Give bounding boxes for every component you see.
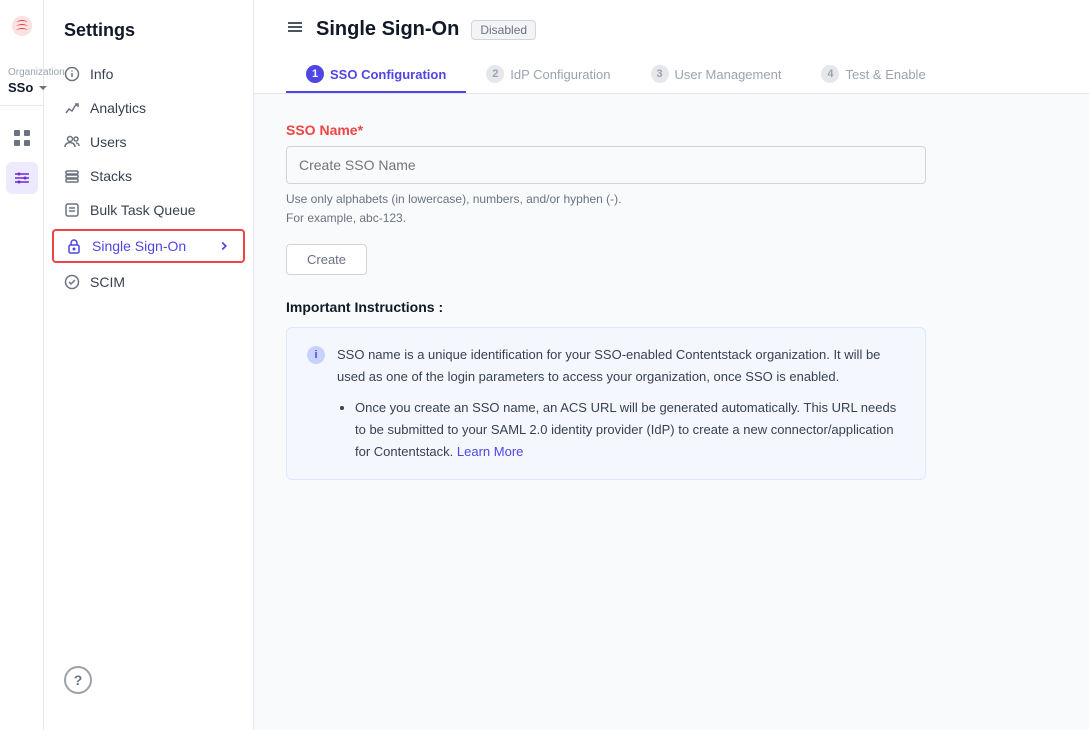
sso-name-input[interactable] [286,146,926,184]
tabs: 1 SSO Configuration 2 IdP Configuration … [286,57,1057,93]
tab-num-2: 2 [486,65,504,83]
page-title: Single Sign-On [316,18,459,41]
sidebar-item-stacks-label: Stacks [90,168,132,184]
sidebar-item-stacks[interactable]: Stacks [44,159,253,193]
sidebar-item-single-sign-on[interactable]: Single Sign-On [52,229,245,263]
org-label: Organization [8,67,65,78]
tab-label-idp-config: IdP Configuration [510,67,610,82]
sidebar-item-info-label: Info [90,66,113,82]
sidebar-footer: ? [44,650,253,710]
sidebar-item-scim[interactable]: SCIM [44,265,253,299]
main-body: SSO Name* Use only alphabets (in lowerca… [254,94,1089,508]
learn-more-link[interactable]: Learn More [457,444,523,459]
rail-icon-grid[interactable] [6,122,38,154]
stacks-icon [64,168,80,184]
sidebar-item-sso-label: Single Sign-On [92,238,186,254]
tab-label-user-mgmt: User Management [675,67,782,82]
tab-user-management[interactable]: 3 User Management [631,57,802,93]
instructions-title: Important Instructions : [286,299,1057,315]
tab-num-4: 4 [821,65,839,83]
tab-test-enable[interactable]: 4 Test & Enable [801,57,945,93]
help-button[interactable]: ? [64,666,92,694]
create-button[interactable]: Create [286,244,367,275]
chevron-right-icon [217,239,231,253]
disabled-badge: Disabled [471,20,536,40]
info-circle-icon: i [307,346,325,364]
sidebar-item-analytics[interactable]: Analytics [44,91,253,125]
tab-sso-configuration[interactable]: 1 SSO Configuration [286,57,466,93]
icon-rail: Organization SSo [0,0,44,730]
sidebar-item-scim-label: SCIM [90,274,125,290]
org-dropdown[interactable]: Organization SSo [0,61,43,106]
info-icon [64,66,80,82]
sidebar-item-bulk-task-label: Bulk Task Queue [90,202,196,218]
scim-icon [64,274,80,290]
sidebar-item-bulk-task-queue[interactable]: Bulk Task Queue [44,193,253,227]
tab-label-sso-config: SSO Configuration [330,67,446,82]
lock-icon [66,238,82,254]
instructions-text: SSO name is a unique identification for … [337,344,905,462]
app-logo[interactable] [8,12,36,45]
analytics-icon [64,100,80,116]
sidebar: Settings Info Analytics Users Stacks Bul… [44,0,254,730]
tab-num-3: 3 [651,65,669,83]
tab-num-1: 1 [306,65,324,83]
required-marker: * [358,122,363,138]
queue-icon [64,202,80,218]
sidebar-item-users[interactable]: Users [44,125,253,159]
sidebar-item-users-label: Users [90,134,127,150]
hamburger-icon[interactable] [286,18,304,41]
sidebar-item-info[interactable]: Info [44,57,253,91]
tab-idp-configuration[interactable]: 2 IdP Configuration [466,57,630,93]
hint-text: Use only alphabets (in lowercase), numbe… [286,190,1057,228]
sidebar-title: Settings [44,20,253,57]
tab-label-test-enable: Test & Enable [845,67,925,82]
rail-icon-settings[interactable] [6,162,38,194]
org-name: SSo [8,80,33,95]
sidebar-item-analytics-label: Analytics [90,100,146,116]
main-header: Single Sign-On Disabled 1 SSO Configurat… [254,0,1089,94]
sso-name-label: SSO Name* [286,122,1057,138]
users-icon [64,134,80,150]
main-content: Single Sign-On Disabled 1 SSO Configurat… [254,0,1089,730]
instructions-box: i SSO name is a unique identification fo… [286,327,926,479]
